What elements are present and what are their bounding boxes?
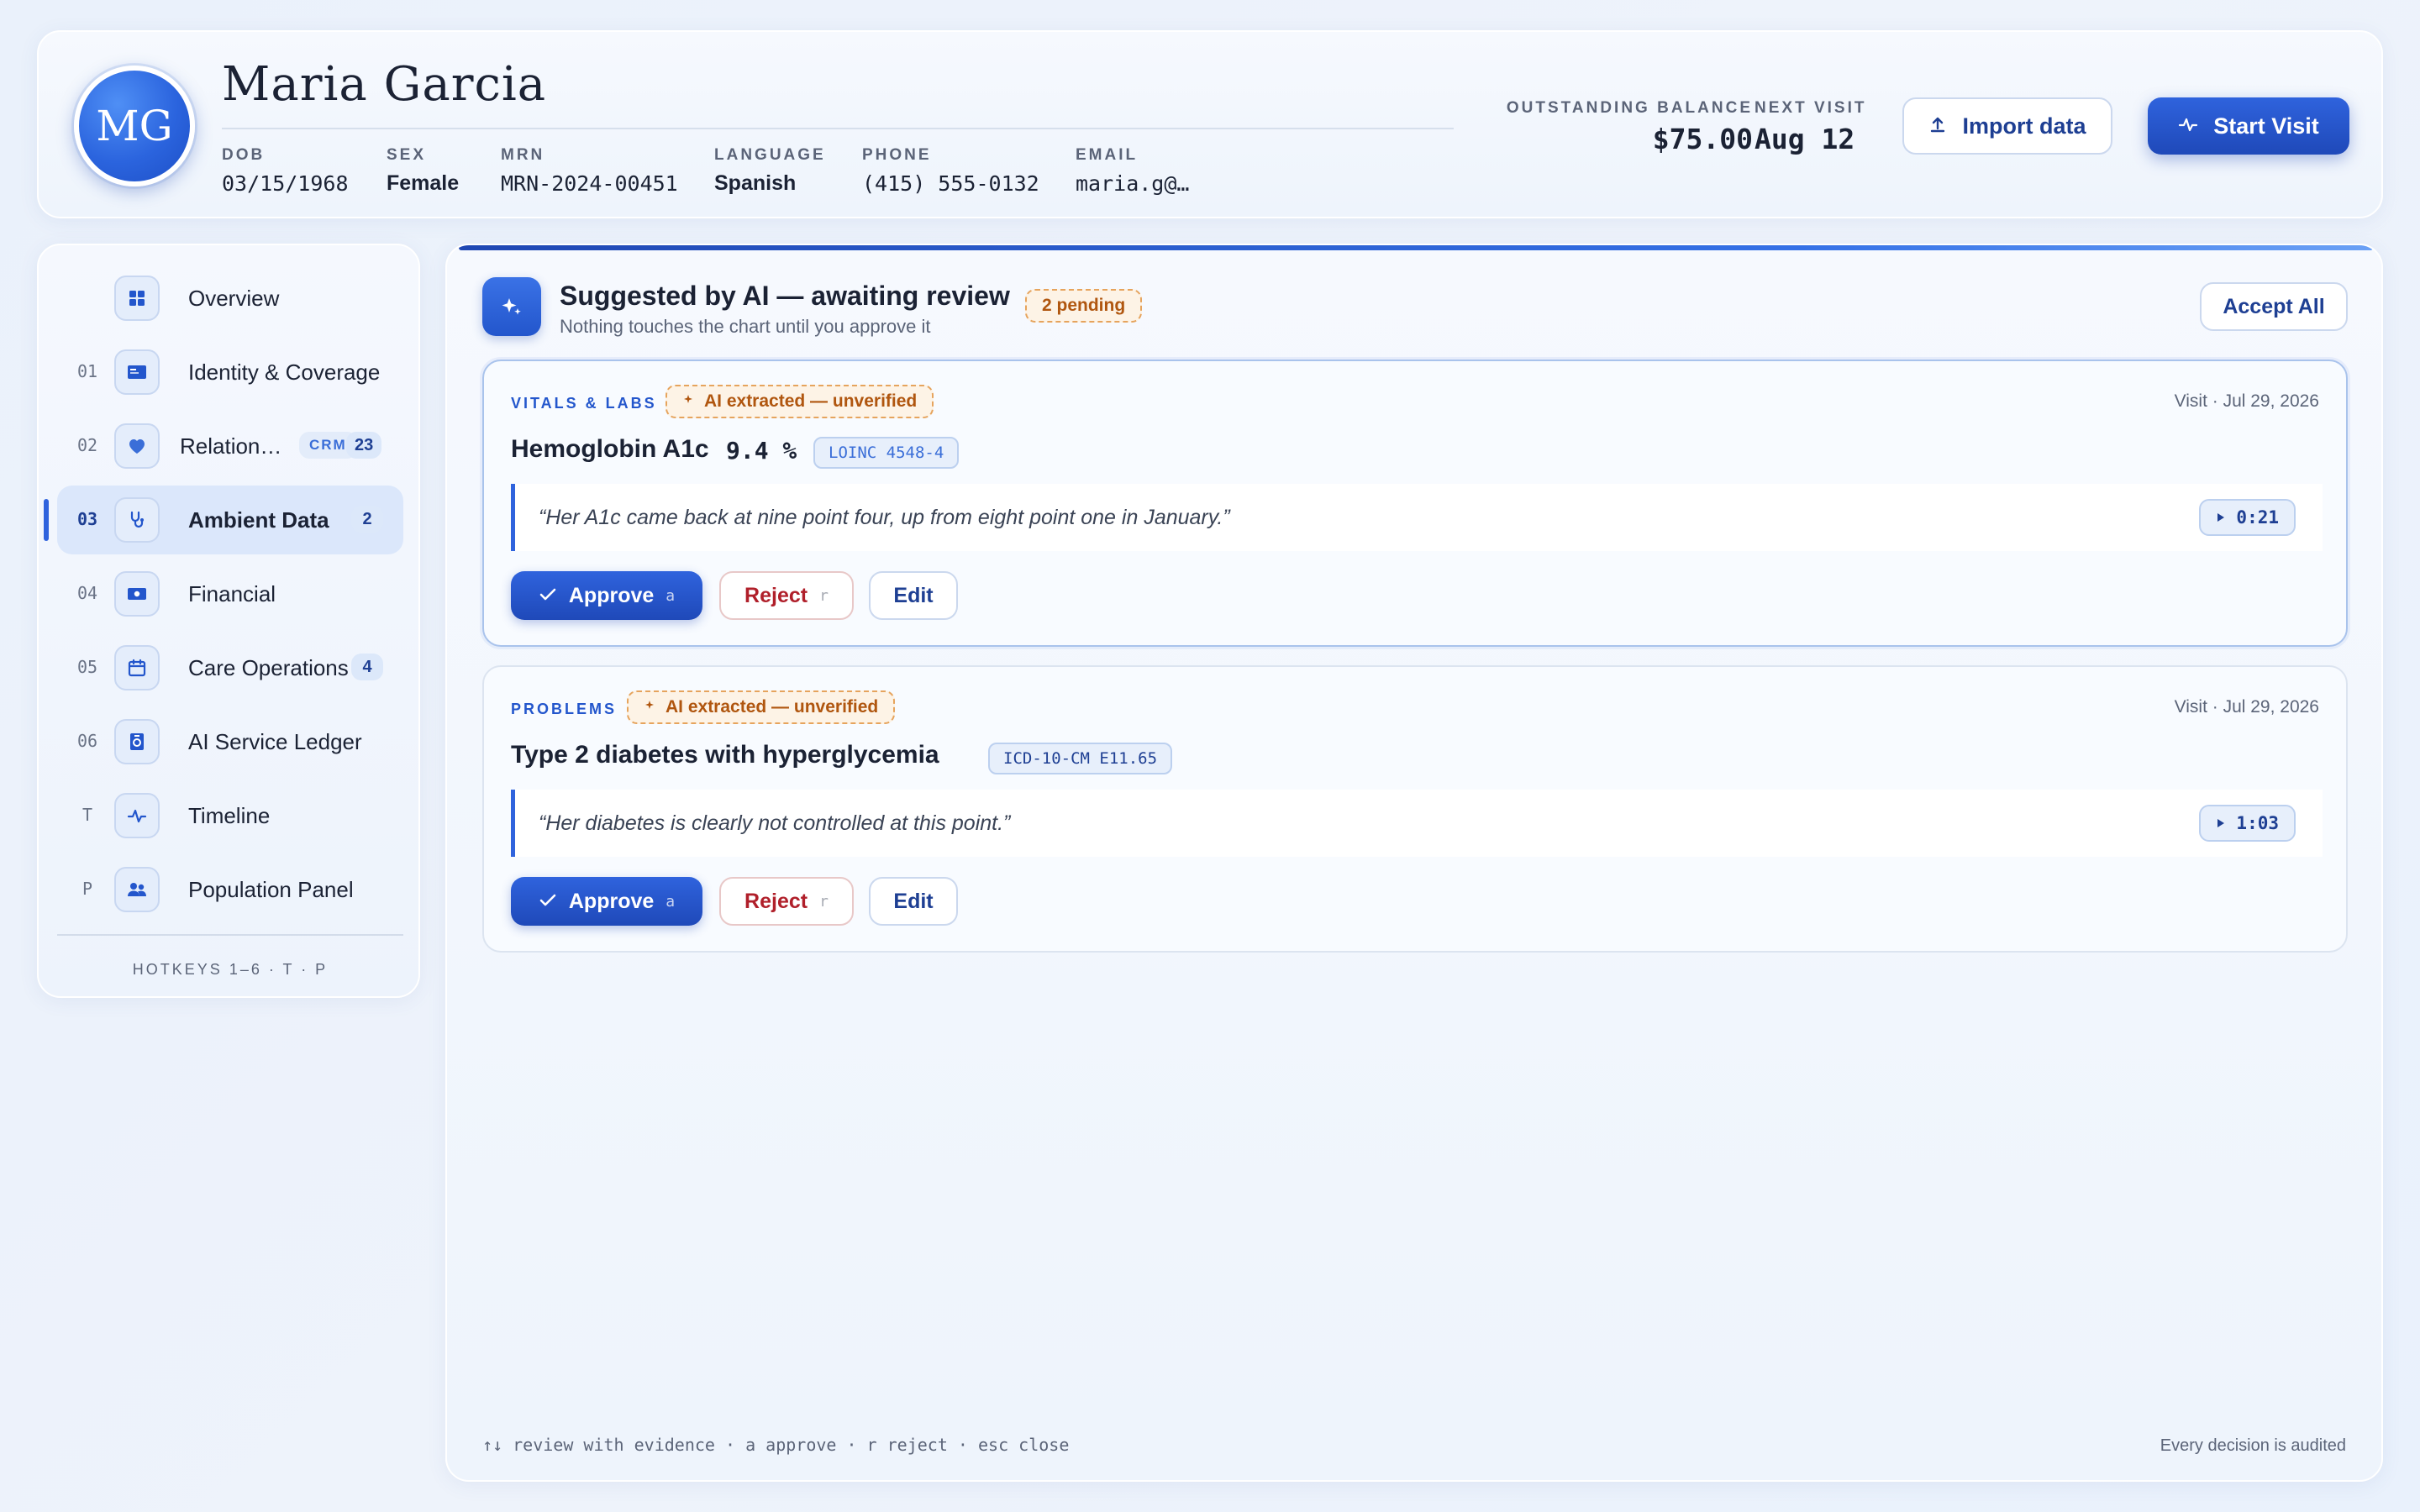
sex-field: SEX Female [387, 146, 460, 195]
finding-value: 9.4 % [726, 437, 797, 465]
edit-button[interactable]: Edit [869, 877, 958, 926]
sparkle-icon [482, 277, 541, 336]
code-chip: ICD-10-CM E11.65 [988, 743, 1173, 774]
sidebar-item-overview[interactable]: Overview [57, 264, 403, 333]
active-indicator [44, 499, 49, 541]
sidebar-item-ambient-data[interactable]: 03 Ambient Data 2 [44, 486, 403, 554]
suggestion-card[interactable]: PROBLEMS AI extracted — unverified Visit… [482, 665, 2348, 953]
finding-title: Hemoglobin A1c [511, 435, 709, 463]
people-icon [114, 867, 160, 912]
sparkle-icon [644, 697, 657, 717]
sidebar-item-relationships[interactable]: 02 Relation… CRM 23 [57, 412, 403, 480]
email-field: EMAIL maria.g@… [1076, 146, 1190, 196]
id-card-icon [114, 349, 160, 395]
heart-icon [114, 423, 160, 469]
pulse-icon [2178, 113, 2198, 139]
sidebar: Overview 01 Identity & Coverage 02 Relat… [37, 244, 420, 998]
audit-note: Every decision is audited [2160, 1436, 2346, 1455]
phone-field: PHONE (415) 555-0132 [862, 146, 1039, 196]
hotkey-hint: r [819, 892, 829, 911]
ai-unverified-tag: AI extracted — unverified [666, 385, 934, 418]
card-category: PROBLEMS [511, 701, 618, 717]
approve-button[interactable]: Approve a [511, 571, 702, 620]
divider [222, 128, 1454, 129]
hotkeys-hint: HOTKEYS 1–6 · T · P [132, 961, 329, 978]
visit-date: Visit · Jul 29, 2026 [2174, 391, 2319, 411]
count-badge: 2 [351, 506, 383, 533]
play-audio-button[interactable]: 0:21 [2199, 499, 2296, 536]
banknote-icon [114, 571, 160, 617]
approve-button[interactable]: Approve a [511, 877, 702, 926]
sidebar-item-identity[interactable]: 01 Identity & Coverage [57, 338, 403, 407]
sidebar-item-timeline[interactable]: T Timeline [57, 781, 403, 850]
ledger-icon [114, 719, 160, 764]
grid-icon [114, 276, 160, 321]
review-subtitle: Nothing touches the chart until you appr… [560, 316, 931, 337]
calendar-icon [114, 645, 160, 690]
review-title: Suggested by AI — awaiting review [560, 281, 1010, 311]
sidebar-item-care-operations[interactable]: 05 Care Operations 4 [57, 633, 403, 702]
mrn-field: MRN MRN-2024-00451 [501, 146, 678, 196]
sparkle-icon [682, 391, 696, 412]
pulse-icon [114, 793, 160, 838]
upload-icon [1928, 113, 1947, 139]
suggestion-card[interactable]: VITALS & LABS AI extracted — unverified … [482, 360, 2348, 647]
dob-field: DOB 03/15/1968 [222, 146, 349, 196]
import-data-button[interactable]: Import data [1902, 97, 2112, 155]
patient-header: MG Maria Garcia DOB 03/15/1968 SEX Femal… [37, 30, 2383, 218]
sidebar-item-ai-service-ledger[interactable]: 06 AI Service Ledger [57, 707, 403, 776]
reject-button[interactable]: Reject r [719, 877, 854, 926]
count-badge: 23 [346, 432, 382, 459]
language-field: LANGUAGE Spanish [714, 146, 826, 195]
evidence-quote: “Her A1c came back at nine point four, u… [511, 484, 2323, 551]
hotkey-hint: a [666, 586, 676, 605]
accent-bar [459, 245, 2373, 250]
start-visit-button[interactable]: Start Visit [2148, 97, 2349, 155]
hotkey-hint: a [666, 892, 676, 911]
outstanding-balance: OUTSTANDING BALANCE $75.00 [1506, 99, 1753, 155]
accept-all-button[interactable]: Accept All [2200, 282, 2348, 331]
finding-title: Type 2 diabetes with hyperglycemia [511, 741, 939, 769]
divider [57, 934, 403, 936]
card-category: VITALS & LABS [511, 395, 657, 412]
stethoscope-icon [114, 497, 160, 543]
sidebar-item-financial[interactable]: 04 Financial [57, 559, 403, 628]
hotkey-hint: r [819, 586, 829, 605]
play-audio-button[interactable]: 1:03 [2199, 805, 2296, 842]
next-visit: NEXT VISIT Aug 12 [1754, 99, 1867, 155]
play-icon [2216, 813, 2226, 833]
pending-badge: 2 pending [1025, 289, 1143, 323]
check-icon [539, 890, 557, 914]
patient-name: Maria Garcia [222, 57, 547, 112]
edit-button[interactable]: Edit [869, 571, 958, 620]
ai-review-panel: Suggested by AI — awaiting review Nothin… [445, 244, 2383, 1482]
code-chip: LOINC 4548-4 [813, 437, 960, 469]
avatar: MG [74, 66, 195, 186]
play-icon [2216, 507, 2226, 528]
ai-unverified-tag: AI extracted — unverified [627, 690, 896, 724]
check-icon [539, 584, 557, 608]
visit-date: Visit · Jul 29, 2026 [2174, 697, 2319, 717]
sidebar-item-population-panel[interactable]: P Population Panel [57, 855, 403, 924]
evidence-quote: “Her diabetes is clearly not controlled … [511, 790, 2323, 857]
keyboard-hint: ↑↓ review with evidence · a approve · r … [482, 1435, 1070, 1455]
reject-button[interactable]: Reject r [719, 571, 854, 620]
count-badge: 4 [351, 654, 383, 680]
